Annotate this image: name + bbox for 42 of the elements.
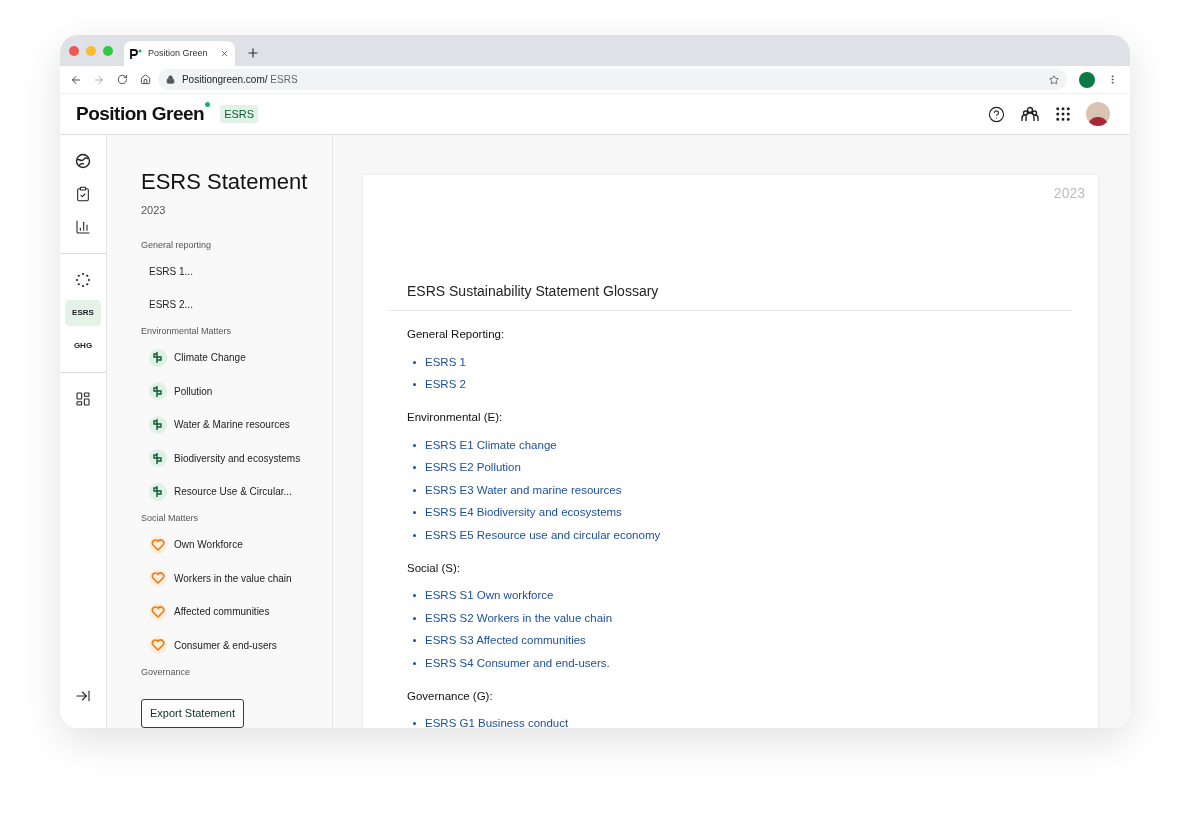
glossary-link[interactable]: ESRS S2 Workers in the value chain: [425, 609, 613, 627]
section-heading: Governance (G):: [407, 688, 493, 704]
sidebar-item[interactable]: ESRS 2...: [141, 287, 322, 322]
section-heading: Governance: [141, 665, 191, 679]
sidebar-item[interactable]: Pollution: [141, 374, 322, 409]
section-heading: Social Matters: [141, 512, 199, 526]
sidebar-item[interactable]: Water & Marine resources: [141, 408, 322, 442]
glossary-link[interactable]: ESRS 2: [425, 376, 466, 394]
glossary-link[interactable]: ESRS S3 Affected communities: [425, 632, 586, 650]
sidebar-item[interactable]: Biodiversity and ecosystems: [141, 441, 322, 475]
rail-item[interactable]: ESRS: [65, 300, 101, 326]
logo: Position Green: [76, 99, 211, 129]
glossary-link[interactable]: ESRS S1 Own workforce: [425, 587, 554, 605]
glossary-link[interactable]: ESRS E3 Water and marine resources: [425, 481, 622, 499]
sidebar-item[interactable]: Consumer & end-users: [141, 628, 322, 662]
year-label: 2023: [141, 203, 166, 218]
export-button[interactable]: Export Statement: [141, 698, 244, 728]
glossary-link[interactable]: ESRS G1 Business conduct: [425, 715, 569, 728]
sidebar-item[interactable]: Resource Use & Circular...: [141, 474, 322, 509]
glossary-link[interactable]: ESRS S4 Consumer and end-users.: [425, 654, 610, 672]
year-label: 2023: [1053, 184, 1085, 203]
address-bar[interactable]: Positiongreen.com/ ESRS: [157, 69, 1067, 90]
sidebar-item[interactable]: Climate Change: [141, 341, 322, 375]
sidebar-item[interactable]: Workers in the value chain: [141, 561, 322, 595]
sidebar-item[interactable]: Affected communities: [141, 595, 322, 629]
sidebar-item[interactable]: Own Workforce: [141, 528, 322, 562]
section-heading: General Reporting:: [407, 327, 505, 342]
section-heading: Environmental Matters: [141, 325, 232, 339]
glossary-link[interactable]: ESRS E5 Resource use and circular economy: [425, 526, 661, 544]
document-title: ESRS Sustainability Statement Glossary: [407, 282, 659, 301]
section-heading: Environmental (E):: [407, 410, 503, 425]
section-heading: Social (S):: [407, 560, 461, 576]
page-title: ESRS Statement: [141, 168, 309, 196]
glossary-link[interactable]: ESRS E4 Biodiversity and ecosystems: [425, 504, 622, 522]
app-badge: ESRS: [220, 104, 259, 124]
glossary-link[interactable]: ESRS 1: [425, 353, 466, 371]
browser-tab[interactable]: Position Green: [124, 41, 235, 66]
glossary-link[interactable]: ESRS E1 Climate change: [425, 436, 557, 454]
section-heading: General reporting: [141, 238, 212, 252]
rail-item[interactable]: GHG: [65, 333, 101, 359]
glossary-link[interactable]: ESRS E2 Pollution: [425, 459, 521, 477]
sidebar-item[interactable]: ESRS 1...: [141, 254, 322, 288]
